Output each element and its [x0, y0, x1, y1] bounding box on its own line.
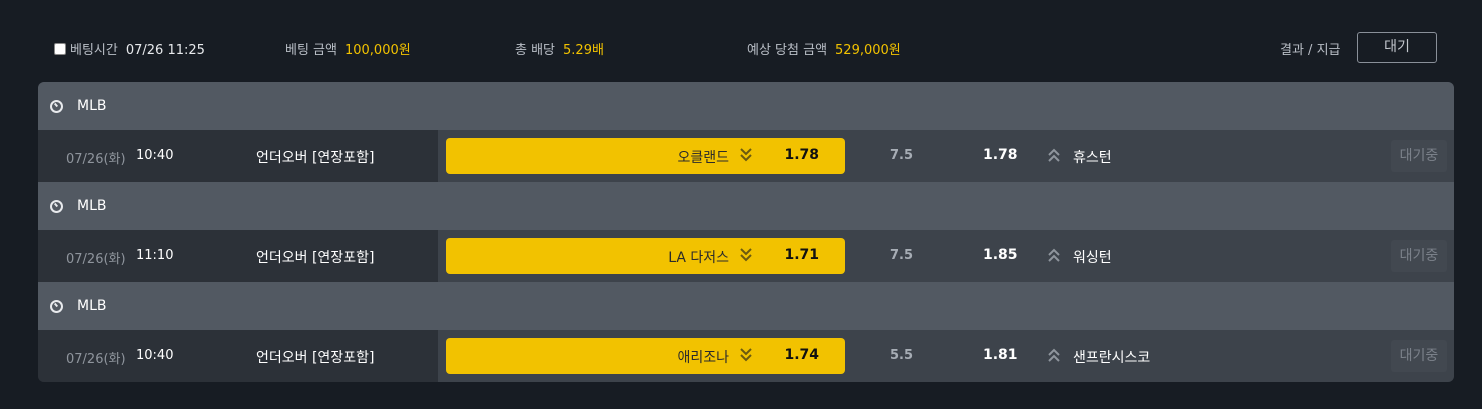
away-team-name[interactable]: 샌프란시스코 [1073, 347, 1150, 367]
away-odds[interactable]: 1.85 [983, 247, 1018, 263]
home-team-name: LA 다저스 [668, 250, 729, 266]
double-chevron-down-icon [740, 248, 752, 262]
expected-win: 예상 당첨 금액 529,000원 [747, 39, 901, 58]
double-chevron-down-icon [740, 148, 752, 162]
league-header: MLB [38, 282, 1454, 330]
handicap-line: 5.5 [890, 348, 914, 363]
match-info: 07/26(화) 10:40 언더오버 [연장포함] [38, 330, 438, 382]
match-date: 07/26(화) [66, 252, 126, 267]
result-status-button[interactable]: 대기 [1357, 32, 1437, 63]
match-time: 10:40 [136, 148, 174, 163]
handicap-line: 7.5 [890, 148, 914, 163]
baseball-icon [50, 99, 63, 113]
home-odds: 1.74 [784, 347, 819, 363]
double-chevron-up-icon [1048, 348, 1060, 362]
match-status-badge: 대기중 [1391, 240, 1447, 272]
away-team-name[interactable]: 휴스턴 [1073, 147, 1112, 167]
baseball-icon [50, 299, 63, 313]
match-status-badge: 대기중 [1391, 140, 1447, 172]
total-odds: 총 배당 5.29배 [515, 39, 604, 58]
match-status-badge: 대기중 [1391, 340, 1447, 372]
market-type: 언더오버 [연장포함] [256, 250, 375, 266]
total-odds-label: 총 배당 [515, 43, 556, 58]
baseball-icon [50, 199, 63, 213]
match-row: 07/26(화) 11:10 언더오버 [연장포함] LA 다저스 1.71 7… [38, 230, 1454, 282]
home-team-name: 오클랜드 [677, 150, 729, 166]
expected-win-label: 예상 당첨 금액 [747, 43, 828, 58]
away-odds[interactable]: 1.81 [983, 347, 1018, 363]
league-header: MLB [38, 82, 1454, 130]
home-odds: 1.78 [784, 147, 819, 163]
league-header: MLB [38, 182, 1454, 230]
match-row: 07/26(화) 10:40 언더오버 [연장포함] 애리조나 1.74 5.5… [38, 330, 1454, 382]
league-name: MLB [77, 298, 107, 314]
bet-slip-panel: MLB 07/26(화) 10:40 언더오버 [연장포함] 오클랜드 1.78… [38, 82, 1454, 382]
away-odds[interactable]: 1.78 [983, 147, 1018, 163]
league-name: MLB [77, 198, 107, 214]
double-chevron-up-icon [1048, 148, 1060, 162]
bet-time: 베팅시간 07/26 11:25 [54, 39, 205, 58]
bet-summary-bar: 베팅시간 07/26 11:25 베팅 금액 100,000원 총 배당 5.29배 … [0, 0, 1482, 82]
bet-time-label: 베팅시간 [70, 43, 118, 58]
bet-amount-label: 베팅 금액 [285, 43, 337, 58]
match-time: 10:40 [136, 348, 174, 363]
home-selection-button[interactable]: 애리조나 1.74 [446, 338, 845, 374]
match-date: 07/26(화) [66, 152, 126, 167]
match-date: 07/26(화) [66, 352, 126, 367]
bet-time-value: 07/26 11:25 [125, 43, 205, 58]
match-info: 07/26(화) 10:40 언더오버 [연장포함] [38, 130, 438, 182]
handicap-line: 7.5 [890, 248, 914, 263]
match-time: 11:10 [136, 248, 174, 263]
market-type: 언더오버 [연장포함] [256, 350, 375, 366]
market-type: 언더오버 [연장포함] [256, 150, 375, 166]
double-chevron-down-icon [740, 348, 752, 362]
bet-time-checkbox[interactable] [54, 43, 66, 55]
result-payout-label: 결과 / 지급 [1280, 43, 1341, 58]
away-team-name[interactable]: 워싱턴 [1073, 247, 1112, 267]
double-chevron-up-icon [1048, 248, 1060, 262]
home-odds: 1.71 [784, 247, 819, 263]
bet-amount-value: 100,000원 [344, 43, 411, 58]
bet-amount: 베팅 금액 100,000원 [285, 39, 411, 58]
total-odds-value: 5.29배 [563, 43, 604, 58]
match-info: 07/26(화) 11:10 언더오버 [연장포함] [38, 230, 438, 282]
home-selection-button[interactable]: LA 다저스 1.71 [446, 238, 845, 274]
expected-win-value: 529,000원 [835, 43, 901, 58]
home-team-name: 애리조나 [677, 350, 729, 366]
league-name: MLB [77, 98, 107, 114]
match-row: 07/26(화) 10:40 언더오버 [연장포함] 오클랜드 1.78 7.5… [38, 130, 1454, 182]
home-selection-button[interactable]: 오클랜드 1.78 [446, 138, 845, 174]
